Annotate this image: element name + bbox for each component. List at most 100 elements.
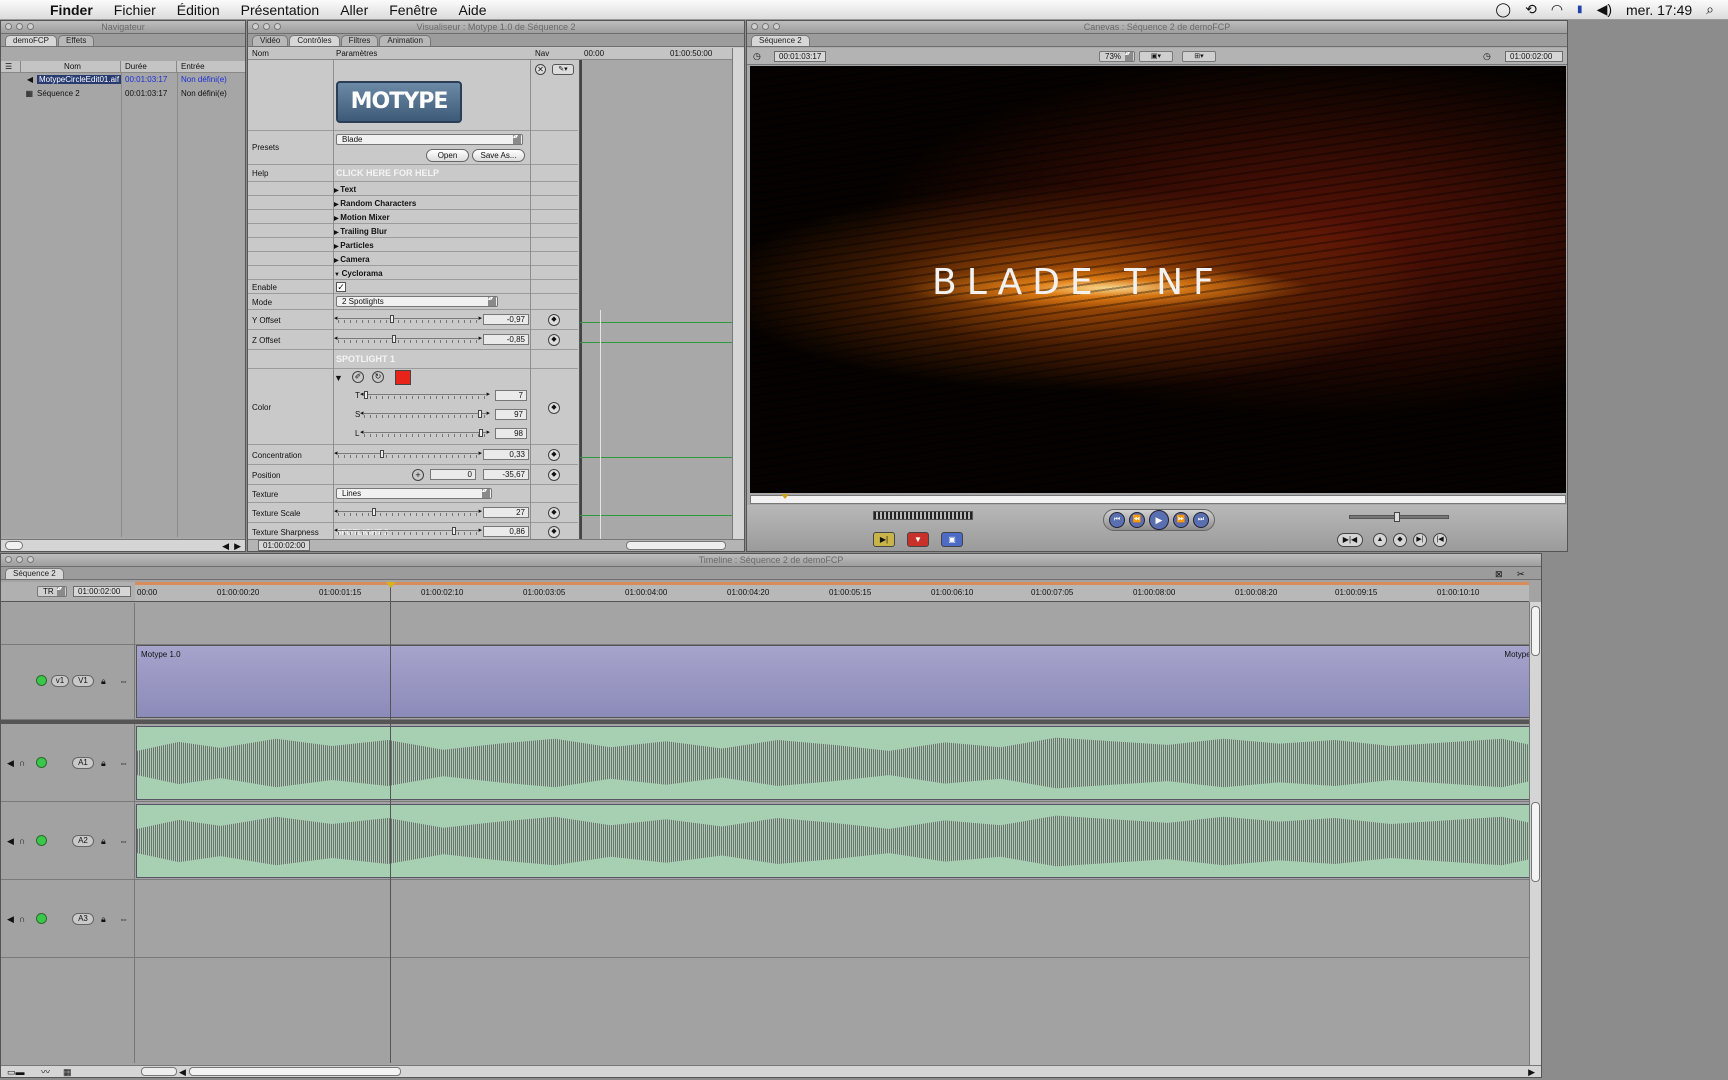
- close-dot-icon[interactable]: [252, 23, 259, 30]
- navigator-titlebar[interactable]: Navigateur: [1, 21, 245, 34]
- track-a1[interactable]: ◀ ∩ A1 🔒︎ ⇔: [1, 724, 1531, 802]
- s-slider[interactable]: ◂ ▸: [360, 409, 490, 419]
- column-entree[interactable]: Entrée: [177, 61, 245, 72]
- enable-checkbox[interactable]: ✓: [336, 282, 346, 292]
- group-text[interactable]: Text: [334, 185, 356, 194]
- audio-solo-icon[interactable]: ∩: [19, 758, 25, 768]
- autoselect-icon[interactable]: ⇔: [119, 758, 128, 768]
- group-random-characters[interactable]: Random Characters: [334, 199, 416, 208]
- tab-filtres[interactable]: Filtres: [340, 35, 379, 46]
- replace-edit-icon[interactable]: ▣: [941, 532, 963, 547]
- audio-clip-a2[interactable]: [136, 804, 1531, 878]
- timeline-empty-track[interactable]: [1, 603, 1529, 645]
- zoom-dot-icon[interactable]: [27, 556, 34, 563]
- navigator-hscroll[interactable]: ◀ ▶: [1, 539, 245, 551]
- minimize-dot-icon[interactable]: [263, 23, 270, 30]
- zoffset-value[interactable]: -0,85: [483, 334, 529, 345]
- track-height-icon[interactable]: ▭▬: [7, 1067, 25, 1077]
- video-clip[interactable]: Motype 1.0 Motype 1.0: [136, 645, 1541, 718]
- position-y-value[interactable]: -35,67: [483, 469, 529, 480]
- dest-v1-label[interactable]: V1: [72, 675, 94, 687]
- snapping-icon[interactable]: ⊠: [1495, 569, 1503, 579]
- texture-scale-value[interactable]: 27: [483, 507, 529, 518]
- autoselect-icon[interactable]: ⇔: [119, 836, 128, 846]
- keyframe-button[interactable]: ◆: [548, 314, 560, 326]
- wifi-icon[interactable]: ◠: [1551, 1, 1563, 18]
- go-to-end-icon[interactable]: ⏭: [1193, 512, 1209, 528]
- scroll-right-icon[interactable]: ▶: [234, 541, 241, 551]
- menubar-clock[interactable]: mer. 17:49: [1626, 2, 1692, 18]
- save-as-button[interactable]: Save As...: [472, 149, 525, 162]
- column-duree[interactable]: Durée: [121, 61, 177, 72]
- match-frame-icon[interactable]: ▶|◀: [1337, 533, 1363, 547]
- jog-thumb[interactable]: [1394, 512, 1400, 522]
- texture-scale-slider[interactable]: ◂ ▸: [334, 507, 482, 517]
- timeline-empty-track[interactable]: [1, 958, 1529, 1063]
- group-cyclorama[interactable]: Cyclorama: [334, 269, 383, 278]
- help-link[interactable]: CLICK HERE FOR HELP: [336, 168, 439, 178]
- lock-icon[interactable]: 🔒︎: [101, 914, 106, 924]
- mark-out-icon[interactable]: |◀: [1433, 533, 1447, 547]
- group-trailing-blur[interactable]: Trailing Blur: [334, 227, 387, 236]
- zoom-dot-icon[interactable]: [274, 23, 281, 30]
- lock-icon[interactable]: 🔒︎: [101, 758, 106, 768]
- viewer-titlebar[interactable]: Visualiseur : Motype 1.0 de Séquence 2: [248, 21, 744, 34]
- mark-clip-icon[interactable]: ▲: [1373, 533, 1387, 547]
- autoselect-icon[interactable]: ⇔: [119, 676, 128, 686]
- menu-aller[interactable]: Aller: [340, 2, 368, 18]
- audio-solo-icon[interactable]: ∩: [19, 914, 25, 924]
- ichat-icon[interactable]: ◯: [1495, 1, 1511, 18]
- t-value[interactable]: 7: [495, 390, 527, 401]
- presets-dropdown[interactable]: Blade: [336, 134, 523, 145]
- tab-video[interactable]: Vidéo: [252, 35, 289, 46]
- timeline-playhead[interactable]: [390, 582, 391, 1063]
- audio-mute-icon[interactable]: ◀: [7, 836, 14, 846]
- flag-icon[interactable]: ▮: [1577, 4, 1583, 15]
- list-item[interactable]: ◀ MotypeCircleEdit01.aif 00:01:03:17 Non…: [1, 73, 245, 87]
- vscroll-thumb[interactable]: [1531, 606, 1540, 656]
- position-x-value[interactable]: 0: [430, 469, 476, 480]
- tab-timeline-sequence2[interactable]: Séquence 2: [5, 568, 64, 579]
- group-motion-mixer[interactable]: Motion Mixer: [334, 213, 389, 222]
- lock-icon[interactable]: 🔒︎: [101, 676, 106, 686]
- texture-sharpness-slider[interactable]: ◂ ▸: [334, 526, 482, 536]
- group-camera[interactable]: Camera: [334, 255, 369, 264]
- linking-icon[interactable]: ✂: [1517, 569, 1525, 579]
- open-button[interactable]: Open: [426, 149, 469, 162]
- texture-dropdown[interactable]: Lines: [336, 488, 492, 499]
- dest-a2-label[interactable]: A2: [72, 835, 94, 847]
- zoom-slider[interactable]: [141, 1067, 177, 1076]
- add-keyframe-icon[interactable]: ◆: [1393, 533, 1407, 547]
- insert-edit-icon[interactable]: ▶|: [873, 532, 895, 547]
- keyframe-button[interactable]: ◆: [548, 334, 560, 346]
- menu-app-finder[interactable]: Finder: [50, 2, 93, 18]
- dest-a3-label[interactable]: A3: [72, 913, 94, 925]
- zoom-dot-icon[interactable]: [773, 23, 780, 30]
- color-wheel-icon[interactable]: ↻: [372, 371, 384, 383]
- lock-icon[interactable]: 🔒︎: [101, 836, 106, 846]
- color-swatch[interactable]: [395, 370, 411, 385]
- viewer-playhead[interactable]: [580, 60, 582, 539]
- track-visibility-icon[interactable]: [36, 675, 47, 686]
- overwrite-edit-icon[interactable]: ▼: [907, 532, 929, 547]
- zoom-dot-icon[interactable]: [27, 23, 34, 30]
- close-dot-icon[interactable]: [751, 23, 758, 30]
- hscroll-thumb[interactable]: [189, 1067, 401, 1076]
- go-to-start-icon[interactable]: ⏮: [1109, 512, 1125, 528]
- audio-solo-icon[interactable]: ∩: [19, 836, 25, 846]
- reset-icon[interactable]: ✕: [535, 64, 546, 75]
- minimize-dot-icon[interactable]: [762, 23, 769, 30]
- canvas-scrubber[interactable]: [750, 494, 1566, 504]
- concentration-value[interactable]: 0,33: [483, 449, 529, 460]
- close-dot-icon[interactable]: [5, 556, 12, 563]
- source-v1-label[interactable]: v1: [51, 675, 69, 687]
- tab-demofcp[interactable]: demoFCP: [5, 35, 58, 46]
- list-view-icon[interactable]: ☰: [1, 61, 21, 72]
- tab-animation[interactable]: Animation: [379, 35, 431, 46]
- l-value[interactable]: 98: [495, 428, 527, 439]
- vscroll-thumb[interactable]: [1531, 802, 1540, 882]
- track-visibility-icon[interactable]: [36, 835, 47, 846]
- disclosure-triangle-icon[interactable]: ▼: [334, 373, 343, 383]
- view-options-icon[interactable]: ▣▾: [1139, 51, 1173, 62]
- keyframe-button[interactable]: ◆: [548, 507, 560, 519]
